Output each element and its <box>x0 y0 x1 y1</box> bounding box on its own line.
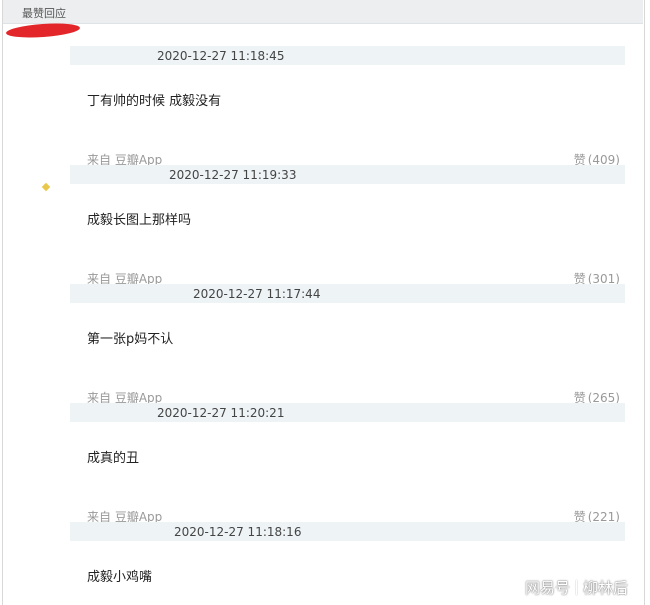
avatar[interactable] <box>22 62 70 110</box>
comment-item: 2020-12-27 11:18:45 丁有帅的时候 成毅没有 来自 豆瓣App… <box>0 46 650 167</box>
comment-item: 2020-12-27 11:19:33 成毅长图上那样吗 来自 豆瓣App 赞(… <box>0 165 650 286</box>
comment-text: 成真的丑 <box>87 451 140 466</box>
avatar[interactable] <box>22 538 70 586</box>
watermark-author: 柳林后 <box>582 579 628 597</box>
avatar[interactable] <box>22 300 70 348</box>
avatar[interactable] <box>22 419 70 467</box>
comment-text: 丁有帅的时候 成毅没有 <box>87 94 222 109</box>
comment-text: 成毅小鸡嘴 <box>87 570 153 585</box>
comment-timestamp: 2020-12-27 11:18:45 <box>157 49 285 63</box>
comment-meta-bar: 2020-12-27 11:20:21 <box>70 403 625 422</box>
watermark: 网易号 柳林后 <box>525 577 628 598</box>
comment-meta-bar: 2020-12-27 11:17:44 <box>70 284 625 303</box>
comment-text: 成毅长图上那样吗 <box>87 213 192 228</box>
comment-meta-bar: 2020-12-27 11:18:45 <box>70 46 625 65</box>
comment-meta-bar: 2020-12-27 11:18:16 <box>70 522 625 541</box>
watermark-divider <box>575 580 577 595</box>
comment-item: 2020-12-27 11:17:44 第一张p妈不认 来自 豆瓣App 赞 (2… <box>0 284 650 405</box>
comment-timestamp: 2020-12-27 11:20:21 <box>157 406 285 420</box>
avatar[interactable] <box>22 181 70 229</box>
comment-text: 第一张p妈不认 <box>87 332 174 347</box>
comment-timestamp: 2020-12-27 11:18:16 <box>174 525 302 539</box>
section-title: 最赞回应 <box>22 7 66 20</box>
comment-timestamp: 2020-12-27 11:19:33 <box>169 168 297 182</box>
watermark-brand: 网易号 <box>524 579 570 597</box>
comment-item: 2020-12-27 11:20:21 成真的丑 来自 豆瓣App 赞 (221) <box>0 403 650 524</box>
comment-timestamp: 2020-12-27 11:17:44 <box>193 287 321 301</box>
comment-meta-bar: 2020-12-27 11:19:33 <box>70 165 625 184</box>
section-header: 最赞回应 <box>3 0 643 24</box>
